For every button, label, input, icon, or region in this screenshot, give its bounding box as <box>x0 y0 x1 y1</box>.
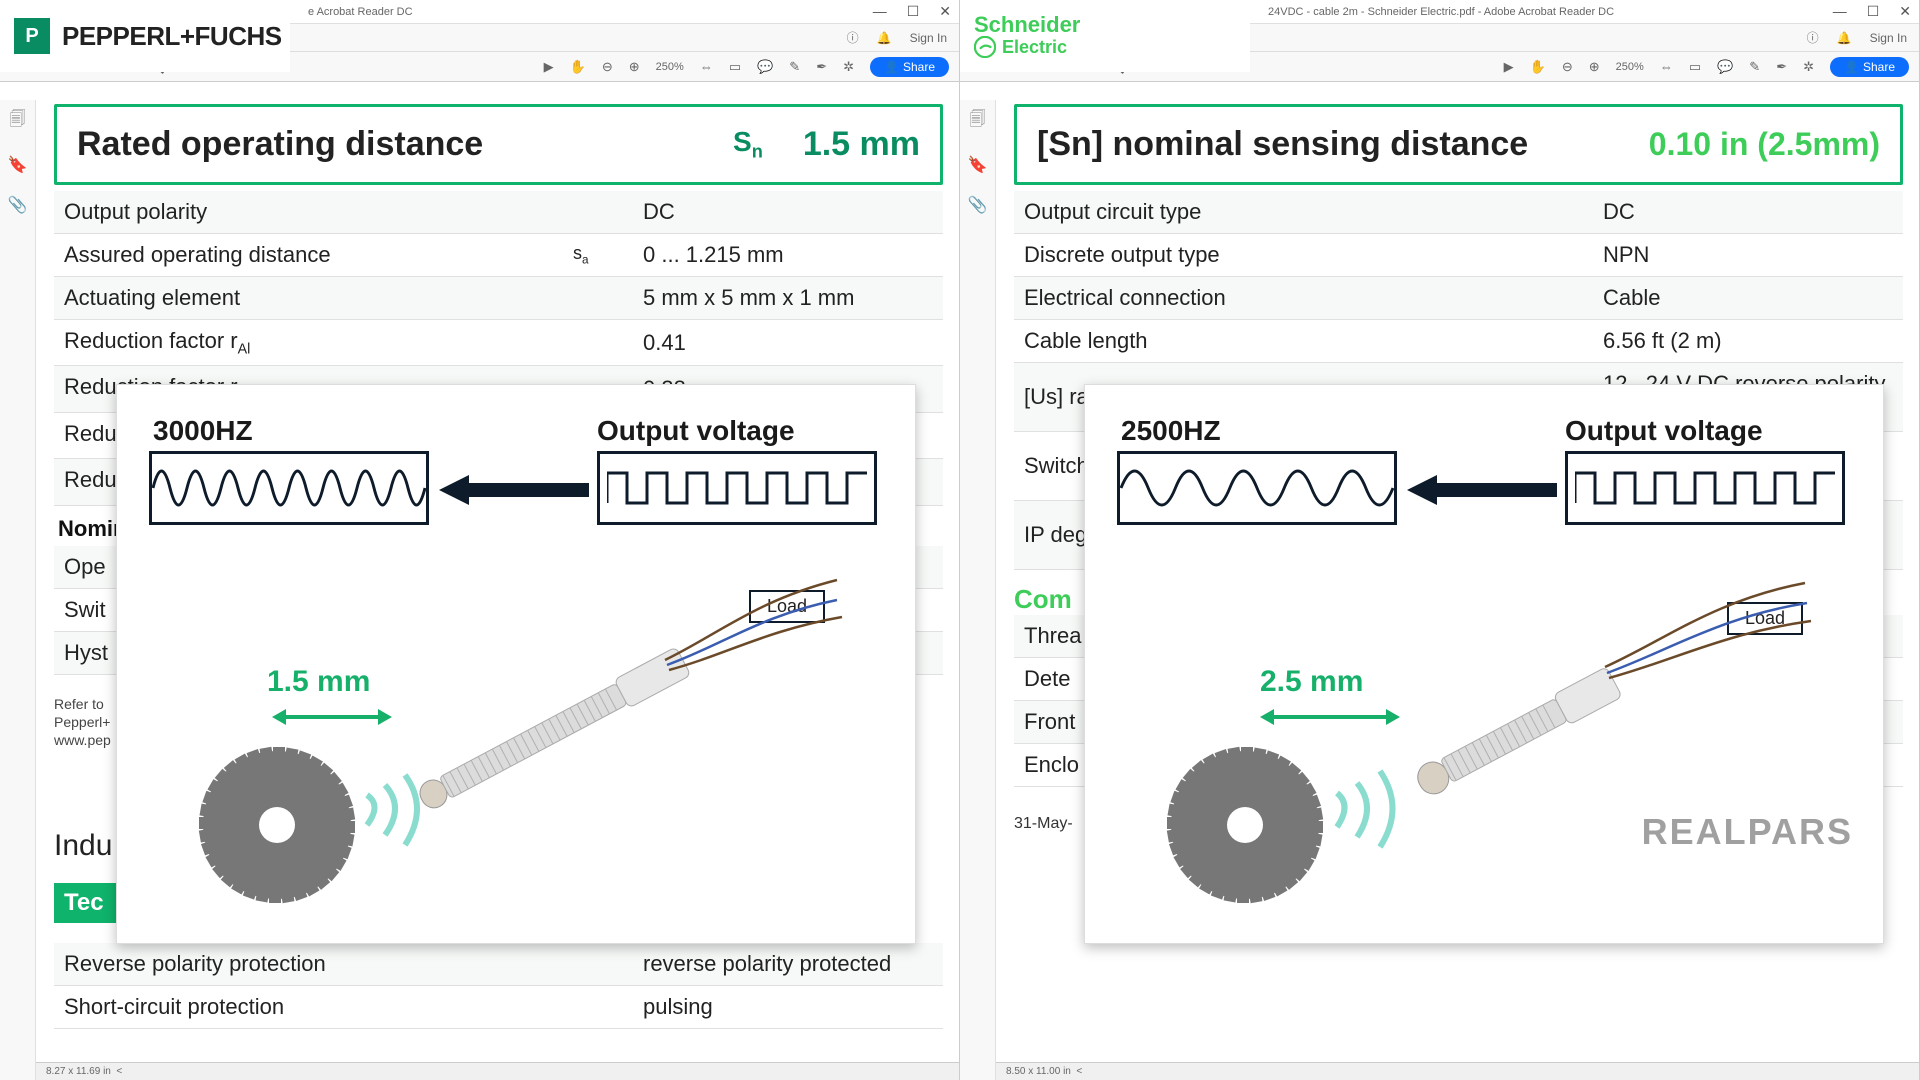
frequency-label: 3000HZ <box>153 415 253 447</box>
thumbnails-icon[interactable]: 🗐 <box>10 108 26 135</box>
zoom-out-icon[interactable]: ⊖ <box>602 59 613 75</box>
selection-tool-icon[interactable]: ▶ <box>544 59 554 75</box>
bell-icon[interactable]: 🔔 <box>877 31 892 45</box>
highlight-icon[interactable]: ✎ <box>789 59 800 75</box>
comment-icon[interactable]: 💬 <box>1717 59 1733 75</box>
brand-overlay-schneider: Schneider Electric <box>960 0 1250 72</box>
statusbar-right: 8.50 x 11.00 in < <box>996 1062 1919 1080</box>
zoom-level[interactable]: 250% <box>656 61 684 73</box>
share-button[interactable]: 👤 Share <box>1830 57 1909 77</box>
fit-page-icon[interactable]: ▭ <box>1689 59 1701 75</box>
sign-in-link[interactable]: Sign In <box>1870 31 1907 45</box>
statusbar-left: 8.27 x 11.69 in < <box>36 1062 959 1080</box>
sign-in-link[interactable]: Sign In <box>910 31 947 45</box>
sine-wave-box <box>149 451 429 525</box>
side-tools: 🗐 🔖 📎 <box>960 100 996 1080</box>
table-row: Assured operating distancesa0 ... 1.215 … <box>54 234 943 277</box>
bell-icon[interactable]: 🔔 <box>1837 31 1852 45</box>
bookmark-icon[interactable]: 🔖 <box>8 155 28 175</box>
brand-overlay-pepperl: P PEPPERL+FUCHS <box>0 0 290 72</box>
minimize-icon[interactable]: — <box>1833 3 1847 20</box>
square-wave-box <box>597 451 877 525</box>
hero-box: Rated operating distance Sn 1.5 mm <box>54 104 943 185</box>
close-icon[interactable]: ✕ <box>939 3 951 20</box>
hero-symbol: Sn <box>733 126 763 163</box>
thumbnails-icon[interactable]: 🗐 <box>970 108 986 135</box>
se-life-icon <box>974 36 996 58</box>
hero-label: Rated operating distance <box>77 125 733 164</box>
table-row: Actuating element5 mm x 5 mm x 1 mm <box>54 277 943 320</box>
maximize-icon[interactable]: ☐ <box>907 3 920 20</box>
sensor-diagram <box>1125 545 1845 925</box>
square-wave-box <box>1565 451 1845 525</box>
sign-icon[interactable]: ✒ <box>816 59 827 75</box>
maximize-icon[interactable]: ☐ <box>1867 3 1880 20</box>
hand-tool-icon[interactable]: ✋ <box>1530 59 1546 75</box>
table-row: Output polarityDC <box>54 191 943 234</box>
table-row: Discrete output typeNPN <box>1014 234 1903 277</box>
sensor-diagram <box>157 545 877 925</box>
side-tools: 🗐 🔖 📎 <box>0 100 36 1080</box>
table-row: Cable length6.56 ft (2 m) <box>1014 320 1903 363</box>
comment-icon[interactable]: 💬 <box>757 59 773 75</box>
sensor-illustration-right: 2500HZ Output voltage 2.5 mm Load REALPA… <box>1084 384 1884 944</box>
zoom-out-icon[interactable]: ⊖ <box>1562 59 1573 75</box>
page-size: 8.27 x 11.69 in <box>46 1066 111 1077</box>
attachment-icon[interactable]: 📎 <box>8 195 28 215</box>
output-voltage-label: Output voltage <box>597 415 877 447</box>
table-row: Electrical connectionCable <box>1014 277 1903 320</box>
help-icon[interactable]: ⓘ <box>1807 29 1819 46</box>
attachment-icon[interactable]: 📎 <box>968 195 988 215</box>
zoom-in-icon[interactable]: ⊕ <box>1589 59 1600 75</box>
minimize-icon[interactable]: — <box>873 3 887 20</box>
output-voltage-label: Output voltage <box>1565 415 1845 447</box>
hero-value-se: 0.10 in (2.5mm) <box>1649 126 1880 163</box>
hero-label-se: [Sn] nominal sensing distance <box>1037 125 1649 164</box>
zoom-in-icon[interactable]: ⊕ <box>629 59 640 75</box>
hero-value: 1.5 mm <box>803 125 920 164</box>
fit-width-icon[interactable]: ⇔ <box>700 59 713 74</box>
fit-width-icon[interactable]: ⇔ <box>1660 59 1673 74</box>
table-row: Reduction factor rAl0.41 <box>54 320 943 366</box>
highlight-icon[interactable]: ✎ <box>1749 59 1760 75</box>
table-row: Output circuit typeDC <box>1014 191 1903 234</box>
table-row: Short-circuit protectionpulsing <box>54 986 943 1029</box>
hero-box-se: [Sn] nominal sensing distance 0.10 in (2… <box>1014 104 1903 185</box>
page-size: 8.50 x 11.00 in <box>1006 1066 1071 1077</box>
help-icon[interactable]: ⓘ <box>847 29 859 46</box>
arrow-left-icon <box>1407 475 1557 505</box>
share-button[interactable]: 👤 Share <box>870 57 949 77</box>
stamp-icon[interactable]: ✲ <box>843 59 854 75</box>
hand-tool-icon[interactable]: ✋ <box>570 59 586 75</box>
selection-tool-icon[interactable]: ▶ <box>1504 59 1514 75</box>
sign-icon[interactable]: ✒ <box>1776 59 1787 75</box>
stamp-icon[interactable]: ✲ <box>1803 59 1814 75</box>
fit-page-icon[interactable]: ▭ <box>729 59 741 75</box>
table-row: Reverse polarity protectionreverse polar… <box>54 943 943 986</box>
close-icon[interactable]: ✕ <box>1899 3 1911 20</box>
bookmark-icon[interactable]: 🔖 <box>968 155 988 175</box>
arrow-left-icon <box>439 475 589 505</box>
frequency-label: 2500HZ <box>1121 415 1221 447</box>
sensor-illustration-left: 3000HZ Output voltage 1.5 mm Load <box>116 384 916 944</box>
se-logo-line1: Schneider <box>974 14 1080 36</box>
se-logo-line2: Electric <box>1002 38 1067 56</box>
sine-wave-box <box>1117 451 1397 525</box>
zoom-level[interactable]: 250% <box>1616 61 1644 73</box>
pf-logo-icon: P <box>14 18 50 54</box>
pf-logo-text: PEPPERL+FUCHS <box>62 21 282 52</box>
